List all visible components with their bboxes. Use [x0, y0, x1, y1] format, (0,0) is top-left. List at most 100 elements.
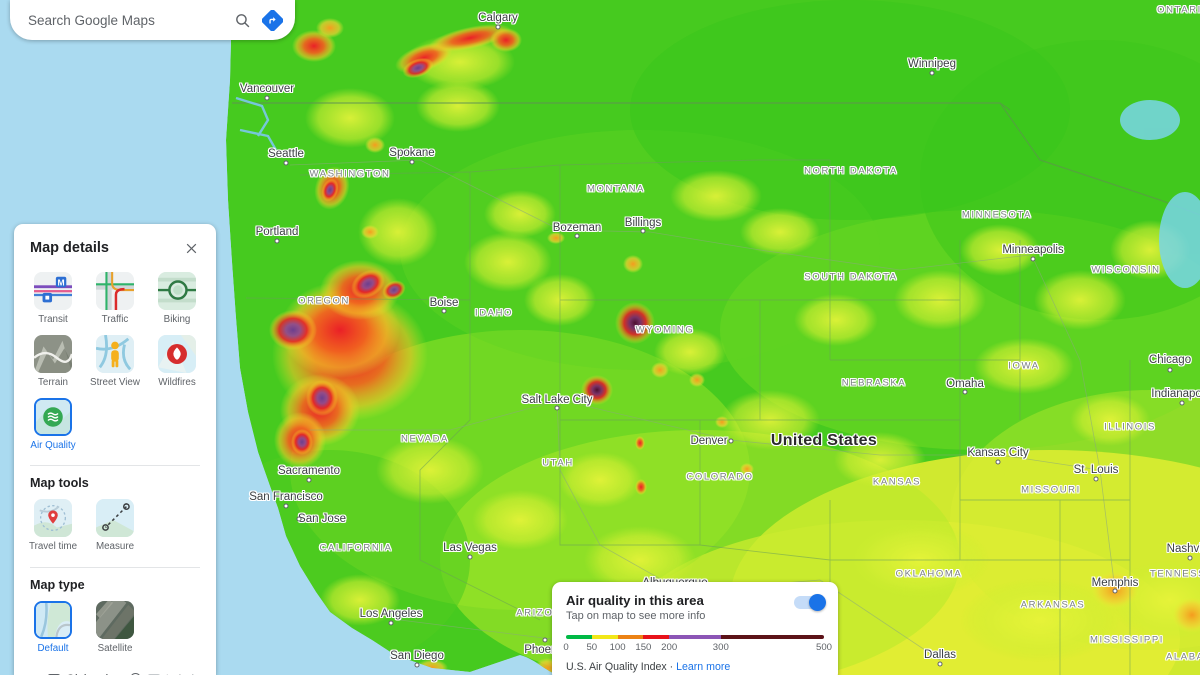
travel-time-icon	[34, 499, 72, 538]
layer-traffic[interactable]: Traffic	[84, 269, 146, 328]
layer-wildfires[interactable]: Wildfires	[146, 332, 208, 391]
aqi-tick-labels: 0 50 100 150 200 300 500	[563, 642, 832, 655]
city-dot	[995, 459, 1001, 465]
city-dot	[264, 95, 270, 101]
aqi-legend: 0 50 100 150 200 300 500	[563, 635, 832, 655]
aqi-segment-200-300	[669, 635, 721, 639]
svg-text:M: M	[58, 277, 65, 287]
aqi-segment-100-150	[617, 635, 644, 639]
city-dot	[1179, 400, 1185, 406]
layer-label: Transit	[38, 314, 68, 325]
aqi-segment-300-500	[720, 635, 824, 639]
map-type-grid: Default Satellite	[14, 594, 216, 663]
aqi-segment-150-200	[643, 635, 670, 639]
aqi-segment-0-50	[566, 635, 592, 639]
layer-transit[interactable]: M Transit	[22, 269, 84, 328]
city-dot	[388, 620, 394, 626]
city-dot	[1167, 367, 1173, 373]
city-dot	[962, 389, 968, 395]
city-dot	[1187, 555, 1193, 561]
tool-travel-time[interactable]: Travel time	[22, 496, 84, 555]
aqi-tick-150: 150	[635, 642, 652, 653]
city-dot	[1030, 256, 1036, 262]
city-dot	[574, 233, 580, 239]
city-dot	[728, 438, 734, 444]
layer-label: Traffic	[101, 314, 129, 325]
layer-label: Street View	[90, 376, 140, 388]
aqi-tick-200: 200	[661, 642, 678, 653]
search-input[interactable]	[28, 12, 227, 28]
google-maps-screen: WASHINGTON MONTANA NORTH DAKOTA MINNESOTA ON…	[0, 0, 1200, 675]
satellite-map-icon	[96, 601, 134, 640]
terrain-icon	[34, 334, 72, 373]
layer-biking[interactable]: Biking	[146, 269, 208, 328]
wildfires-icon	[158, 334, 196, 373]
aqi-gradient-bar	[566, 635, 824, 639]
city-dot	[1112, 588, 1118, 594]
aqi-tick-500: 500	[815, 642, 833, 653]
aqi-tick-50: 50	[586, 642, 598, 653]
map-details-header: Map details	[14, 224, 216, 265]
city-dot	[283, 160, 289, 166]
city-dot	[409, 159, 415, 165]
traffic-icon	[96, 272, 134, 310]
air-quality-icon	[34, 397, 72, 436]
city-dot	[441, 308, 447, 314]
map-tools-title: Map tools	[30, 476, 89, 491]
layer-street-view[interactable]: Street View	[84, 332, 146, 391]
toggle-knob	[809, 593, 826, 611]
layer-air-quality[interactable]: Air Quality	[22, 395, 84, 454]
layer-label: Air Quality	[30, 439, 76, 451]
city-dot	[274, 238, 280, 244]
city-dot	[495, 24, 501, 30]
air-quality-subtitle: Tap on map to see more info	[566, 610, 706, 622]
map-layer-grid: M Transit Traffic Biking Terrain Street …	[14, 265, 216, 459]
city-dot	[414, 662, 420, 668]
tool-label: Measure	[95, 541, 135, 553]
layer-terrain[interactable]: Terrain	[22, 332, 84, 391]
city-dot	[283, 503, 289, 509]
layer-label: Biking	[163, 314, 191, 325]
air-quality-toggle[interactable]	[794, 593, 826, 611]
city-dot	[296, 516, 302, 522]
air-quality-card[interactable]: Air quality in this area Tap on map to s…	[552, 582, 838, 675]
city-dot	[937, 661, 943, 667]
aqi-tick-0: 0	[563, 642, 569, 653]
city-dot	[640, 228, 646, 234]
panel-footer: Globe view Labels	[14, 663, 216, 675]
city-dot	[467, 554, 473, 560]
directions-icon[interactable]	[257, 5, 287, 35]
search-bar[interactable]	[10, 0, 295, 40]
air-quality-header: Air quality in this area Tap on map to s…	[566, 593, 826, 622]
air-quality-title: Air quality in this area	[566, 593, 704, 608]
close-icon[interactable]	[180, 237, 202, 259]
city-dot	[554, 405, 560, 411]
tool-label: Travel time	[28, 541, 78, 553]
tool-measure[interactable]: Measure	[84, 496, 146, 555]
search-icon[interactable]	[227, 5, 257, 35]
map-details-panel[interactable]: Map details M Transit Traffic Biking Ter…	[14, 224, 216, 675]
biking-icon	[158, 272, 196, 310]
city-dot	[1093, 476, 1099, 482]
transit-icon: M	[34, 272, 72, 310]
maptype-label: Default	[37, 643, 69, 655]
air-quality-footer: U.S. Air Quality Index · Learn more	[566, 661, 824, 673]
measure-icon	[96, 499, 134, 538]
maptype-default[interactable]: Default	[22, 598, 84, 657]
map-type-title: Map type	[30, 578, 85, 593]
maptype-label: Satellite	[97, 643, 133, 655]
aqi-tick-300: 300	[712, 642, 729, 653]
aqi-segment-50-100	[591, 635, 618, 639]
default-map-icon	[34, 601, 72, 640]
layer-label: Wildfires	[158, 376, 196, 388]
aqi-source-label: U.S. Air Quality Index ·	[566, 661, 677, 673]
street-view-icon	[96, 334, 134, 373]
city-dot	[542, 637, 548, 643]
learn-more-link[interactable]: Learn more	[676, 661, 730, 673]
aqi-tick-100: 100	[609, 642, 626, 653]
map-tools-grid: Travel time Measure	[14, 492, 216, 561]
maptype-satellite[interactable]: Satellite	[84, 598, 146, 657]
city-dot	[929, 70, 935, 76]
layer-label: Terrain	[38, 376, 68, 388]
map-details-title: Map details	[30, 240, 109, 256]
